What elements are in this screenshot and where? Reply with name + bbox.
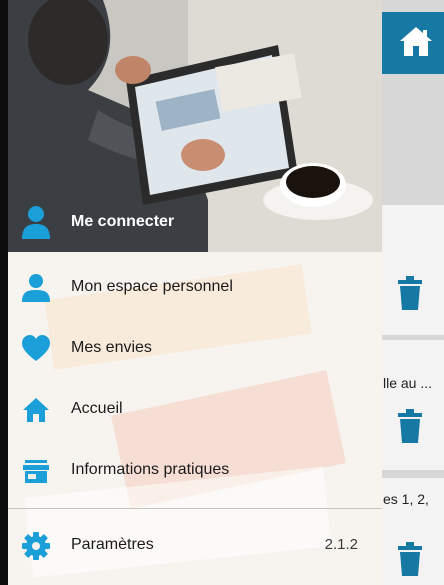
user-icon	[22, 206, 50, 239]
drawer-header: Me connecter	[8, 0, 382, 252]
menu-item-label: Mon espace personnel	[71, 278, 233, 295]
menu-item-label: Mes envies	[71, 339, 152, 356]
card-title: lle au ...	[383, 375, 433, 391]
menu-item-espace-personnel[interactable]: Mon espace personnel	[8, 260, 382, 316]
card-title: es 1, 2,	[383, 491, 429, 507]
login-label: Me connecter	[71, 213, 175, 230]
user-icon	[22, 274, 50, 302]
menu-item-parametres[interactable]: Paramètres 2.1.2	[8, 518, 382, 574]
login-row[interactable]: Me connecter	[8, 197, 382, 249]
gear-icon	[22, 532, 50, 560]
home-icon[interactable]	[396, 22, 436, 62]
trash-icon[interactable]	[395, 542, 425, 576]
menu-divider	[8, 508, 382, 509]
trash-icon[interactable]	[395, 276, 425, 310]
store-icon	[23, 460, 49, 483]
left-edge-bar	[0, 0, 8, 585]
menu-item-mes-envies[interactable]: Mes envies	[8, 321, 382, 377]
list-card[interactable]	[382, 205, 444, 335]
list-card[interactable]	[382, 340, 444, 470]
trash-icon[interactable]	[395, 409, 425, 443]
menu-item-informations-pratiques[interactable]: Informations pratiques	[8, 443, 382, 499]
menu-item-label: Paramètres	[71, 536, 154, 553]
navigation-drawer: Me connecter Mon espace personnel Mes en…	[8, 0, 382, 585]
menu-item-label: Informations pratiques	[71, 461, 230, 478]
menu-item-label: Accueil	[71, 400, 123, 417]
heart-icon	[22, 335, 50, 361]
menu-item-accueil[interactable]: Accueil	[8, 382, 382, 438]
app-version: 2.1.2	[324, 536, 358, 553]
home-icon	[23, 398, 49, 422]
